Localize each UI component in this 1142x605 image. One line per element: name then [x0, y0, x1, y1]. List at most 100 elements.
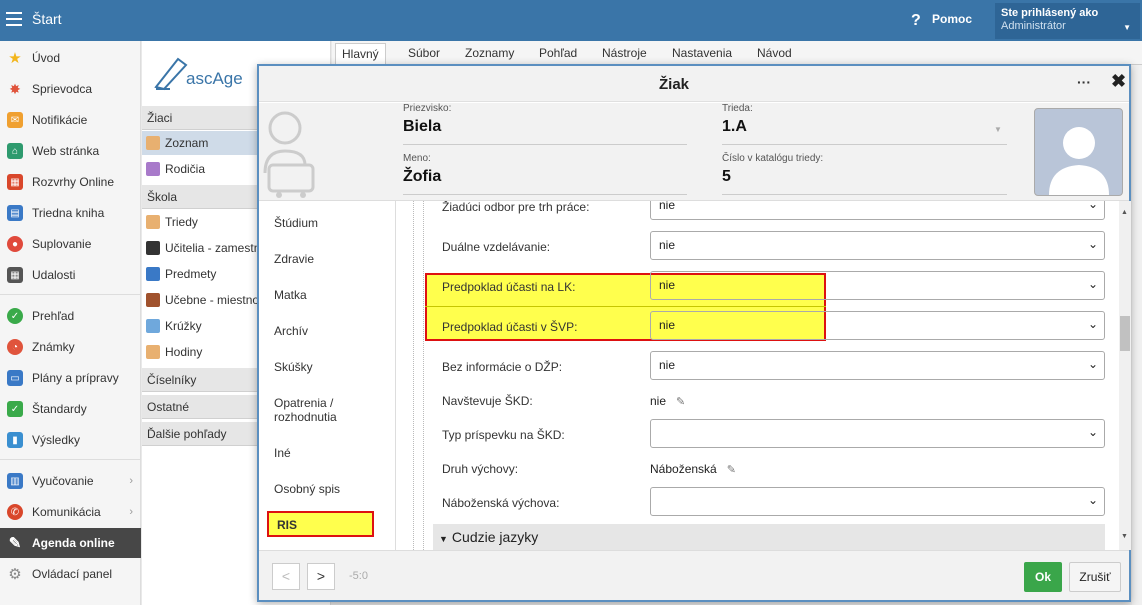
- nav-item-rozvrhy[interactable]: ▦ Rozvrhy Online: [0, 167, 141, 197]
- prev-button[interactable]: <: [272, 563, 300, 590]
- chart-circle-icon: ◔: [7, 339, 23, 355]
- tab-subor[interactable]: Súbor: [408, 46, 440, 60]
- avatar-icon: [1049, 127, 1109, 195]
- section-cudzie-jazyky[interactable]: ▼ Cudzie jazyky: [433, 524, 1105, 550]
- nav-item-komunikacia[interactable]: ✆ Komunikácia ›: [0, 497, 141, 527]
- chevron-down-icon: ▼: [1123, 23, 1131, 32]
- bar-chart-icon: ▮: [7, 432, 23, 448]
- pencil-icon[interactable]: ✎: [676, 395, 685, 408]
- envelope-icon: ✉: [7, 112, 23, 128]
- door-icon: [146, 293, 160, 307]
- app-title[interactable]: Štart: [32, 11, 62, 27]
- tab-pohlad[interactable]: Pohľad: [539, 46, 577, 60]
- student-dialog: Žiak ··· ✖ Priezvisko: Biela Trieda: 1.A…: [257, 64, 1131, 602]
- nav-item-agenda[interactable]: ✎ Agenda online: [0, 528, 141, 558]
- tab-archiv[interactable]: Archív: [274, 324, 308, 338]
- catalog-number-value[interactable]: 5: [722, 168, 823, 186]
- sec-item-label: Krúžky: [165, 319, 202, 333]
- select-value: nie: [659, 318, 676, 332]
- nav-divider: [0, 459, 141, 460]
- divider: [722, 144, 1007, 145]
- nav-item-znamky[interactable]: ◔ Známky: [0, 332, 141, 362]
- tab-opatrenia[interactable]: Opatrenia / rozhodnutia: [274, 396, 364, 424]
- home-icon: ⌂: [7, 143, 23, 159]
- tree-guide: [413, 201, 414, 550]
- select-ucast-svp[interactable]: nie ⌄: [650, 311, 1105, 340]
- next-button[interactable]: >: [307, 563, 335, 590]
- chevron-right-icon: ›: [129, 475, 133, 487]
- select-ziaduci-odbor[interactable]: nie ⌄: [650, 201, 1105, 220]
- nav-item-prehlad[interactable]: ✓ Prehľad: [0, 301, 141, 331]
- more-icon[interactable]: ···: [1077, 74, 1091, 90]
- class-value[interactable]: 1.A: [722, 118, 753, 136]
- nav-label: Vyučovanie: [32, 474, 94, 488]
- name-label: Meno:: [403, 153, 431, 164]
- tab-zdravie[interactable]: Zdravie: [274, 252, 314, 266]
- pencil-icon[interactable]: ✎: [727, 463, 736, 476]
- nav-item-suplovanie[interactable]: ● Suplovanie: [0, 229, 141, 259]
- select-value: nie: [659, 278, 676, 292]
- ok-button[interactable]: Ok: [1024, 562, 1062, 592]
- nav-item-sprievodca[interactable]: ✸ Sprievodca: [0, 74, 141, 104]
- nav-item-udalosti[interactable]: ▦ Udalosti: [0, 260, 141, 290]
- tab-ine[interactable]: Iné: [274, 446, 291, 460]
- nav-item-notifikacie[interactable]: ✉ Notifikácie: [0, 105, 141, 135]
- class-field: Trieda: 1.A: [722, 103, 753, 136]
- nav-label: Známky: [32, 340, 75, 354]
- nav-item-ovladaci-panel[interactable]: ⚙ Ovládací panel: [0, 559, 141, 589]
- tab-skusky[interactable]: Skúšky: [274, 360, 313, 374]
- chat-icon: ✆: [7, 504, 23, 520]
- tab-ris[interactable]: RIS: [267, 511, 374, 537]
- help-link[interactable]: Pomoc: [932, 12, 972, 26]
- user-menu[interactable]: Ste prihlásený ako Administrátor ▼: [995, 3, 1140, 39]
- chevron-down-icon[interactable]: ▼: [994, 125, 1002, 134]
- field-value: Náboženská: [650, 462, 717, 476]
- star-icon: ★: [8, 50, 22, 67]
- menu-icon[interactable]: [6, 12, 22, 26]
- select-typ-prispevku-skd[interactable]: ⌄: [650, 419, 1105, 448]
- nav-item-vyucovanie[interactable]: ▥ Vyučovanie ›: [0, 466, 141, 496]
- nav-item-plany[interactable]: ▭ Plány a prípravy: [0, 363, 141, 393]
- help-icon[interactable]: ?: [911, 12, 921, 30]
- scroll-up-icon[interactable]: ▲: [1121, 209, 1128, 216]
- nav-item-uvod[interactable]: ★ Úvod: [0, 43, 141, 73]
- name-value[interactable]: Žofia: [403, 168, 441, 186]
- select-dualne-vzdelavanie[interactable]: nie ⌄: [650, 231, 1105, 260]
- scroll-thumb[interactable]: [1120, 316, 1130, 351]
- book-open-icon: ▥: [7, 473, 23, 489]
- tab-nastavenia[interactable]: Nastavenia: [672, 46, 732, 60]
- tab-navod[interactable]: Návod: [757, 46, 792, 60]
- tab-zoznamy[interactable]: Zoznamy: [465, 46, 514, 60]
- tab-matka[interactable]: Matka: [274, 288, 307, 302]
- subject-icon: [146, 267, 160, 281]
- dialog-title: Žiak: [658, 76, 689, 93]
- nav-item-standardy[interactable]: ✓ Štandardy: [0, 394, 141, 424]
- tab-hlavny[interactable]: Hlavný: [335, 43, 386, 66]
- nav-item-triedna-kniha[interactable]: ▤ Triedna kniha: [0, 198, 141, 228]
- chevron-down-icon: ⌄: [1087, 493, 1098, 507]
- nav-label: Web stránka: [32, 144, 100, 158]
- select-nabozenska-vychova[interactable]: ⌄: [650, 487, 1105, 516]
- close-icon[interactable]: ✖: [1111, 71, 1126, 92]
- page-scrollbar[interactable]: [1132, 65, 1142, 605]
- nav-label: Sprievodca: [32, 82, 93, 96]
- cancel-button[interactable]: Zrušiť: [1069, 562, 1121, 592]
- chevron-down-icon: ⌄: [1087, 357, 1098, 371]
- nav-label: Štandardy: [32, 402, 87, 416]
- nav-item-vysledky[interactable]: ▮ Výsledky: [0, 425, 141, 455]
- puzzle-icon: [146, 319, 160, 333]
- select-ucast-lk[interactable]: nie ⌄: [650, 271, 1105, 300]
- scroll-down-icon[interactable]: ▼: [1121, 533, 1128, 540]
- content-scrollbar[interactable]: ▲ ▼: [1119, 201, 1131, 550]
- student-placeholder-icon: [263, 111, 315, 198]
- select-bez-informacie-dzp[interactable]: nie ⌄: [650, 351, 1105, 380]
- tab-osobny-spis[interactable]: Osobný spis: [274, 482, 340, 496]
- student-photo[interactable]: [1034, 108, 1123, 196]
- tab-studium[interactable]: Štúdium: [274, 216, 318, 230]
- nav-item-web[interactable]: ⌂ Web stránka: [0, 136, 141, 166]
- surname-value[interactable]: Biela: [403, 118, 451, 136]
- tree-guide: [423, 201, 424, 550]
- nav-label: Plány a prípravy: [32, 371, 119, 385]
- tab-nastroje[interactable]: Nástroje: [602, 46, 647, 60]
- parents-icon: [146, 162, 160, 176]
